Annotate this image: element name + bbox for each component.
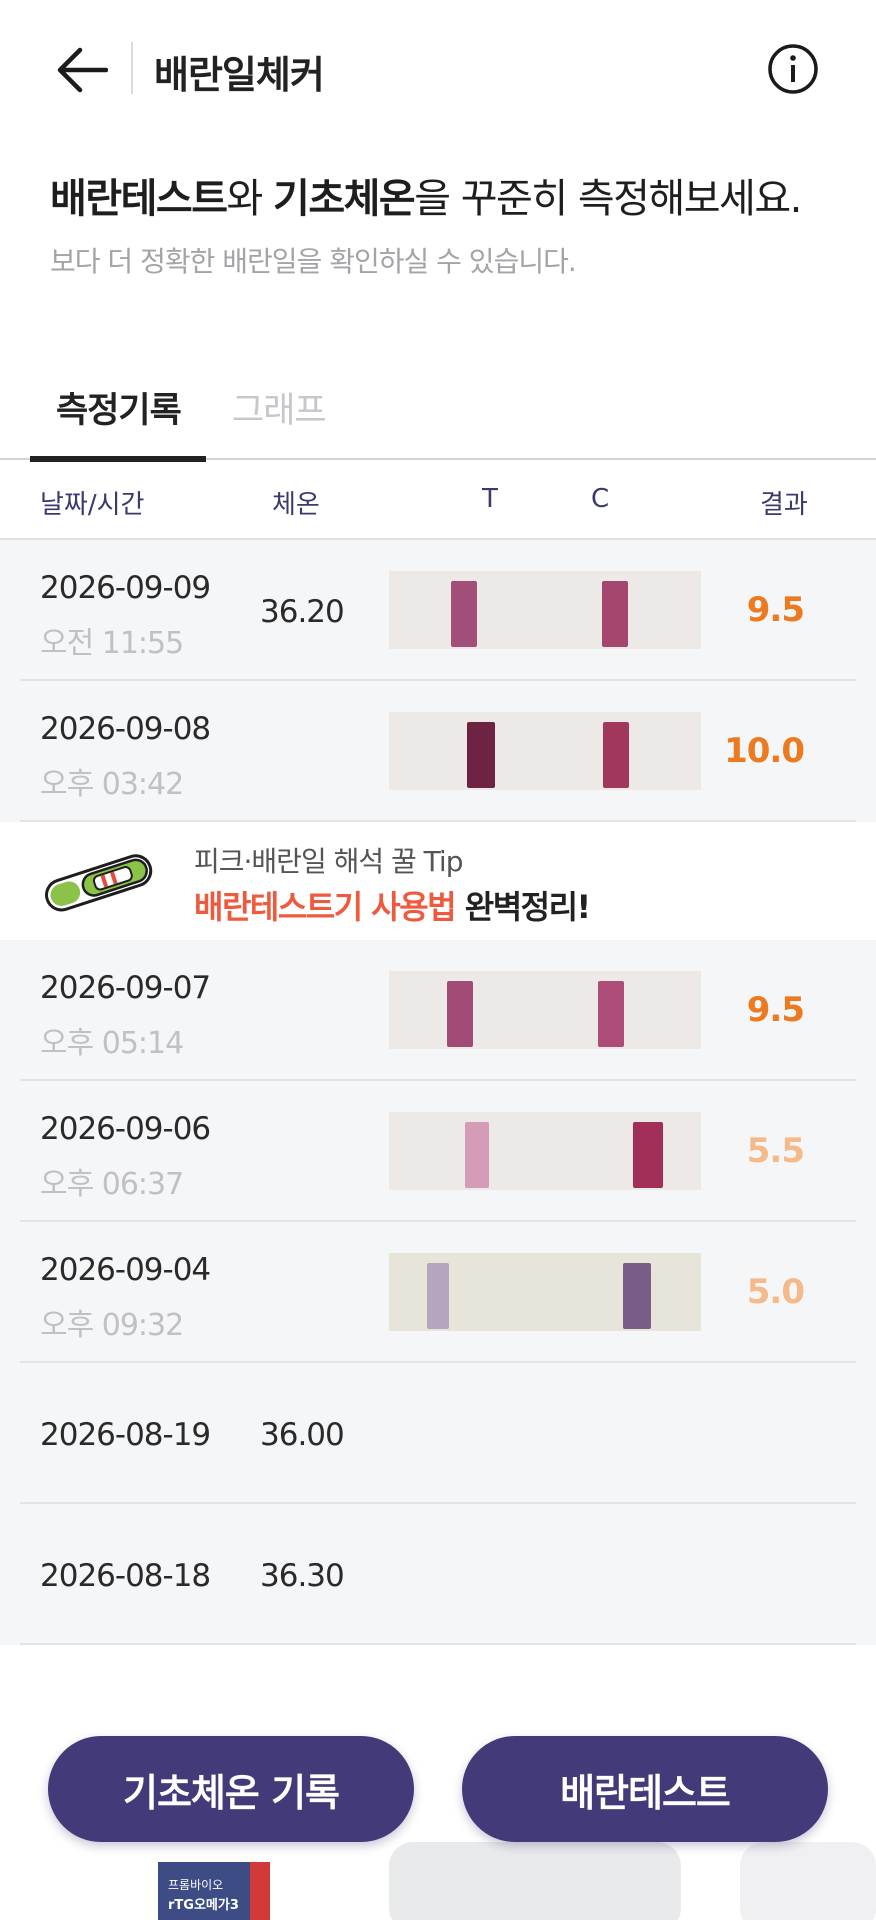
row-date: 2026-08-19	[40, 1417, 211, 1453]
column-temp: 체온	[272, 490, 320, 520]
app-header: 배란일체커	[0, 0, 876, 140]
test-strip-image	[389, 712, 701, 790]
table-row[interactable]: 2026-09-06 오후 06:37 5.5	[0, 1081, 876, 1222]
row-date: 2026-09-07	[40, 970, 211, 1006]
back-button[interactable]	[52, 42, 112, 98]
table-row[interactable]: 2026-09-08 오후 03:42 10.0	[0, 681, 876, 822]
row-date: 2026-08-18	[40, 1558, 211, 1594]
control-line-band	[623, 1263, 651, 1329]
test-line-band	[465, 1122, 489, 1188]
row-date: 2026-09-06	[40, 1111, 211, 1147]
tab-measurement-record[interactable]: 측정기록	[56, 382, 182, 433]
row-time: 오전 11:55	[40, 626, 184, 661]
row-result: 9.5	[746, 990, 805, 1030]
header-divider	[131, 42, 133, 94]
column-datetime: 날짜/시간	[40, 490, 145, 520]
intro-title: 배란테스트와 기초체온을 꾸준히 측정해보세요.	[50, 176, 802, 222]
row-time: 오후 03:42	[40, 767, 184, 802]
tip-headline: 배란테스트기 사용법 완벽정리!	[194, 888, 591, 926]
row-date: 2026-09-09	[40, 570, 211, 606]
record-temperature-button[interactable]: 기초체온 기록	[48, 1736, 414, 1842]
info-button[interactable]	[766, 42, 820, 96]
test-line-band	[447, 981, 473, 1047]
row-temp: 36.20	[260, 594, 345, 630]
ovulation-test-button[interactable]: 배란테스트	[462, 1736, 828, 1842]
test-strip-image	[389, 971, 701, 1049]
column-result: 결과	[760, 490, 808, 520]
table-row[interactable]: 2026-09-09 오전 11:55 36.20 9.5	[0, 540, 876, 681]
control-line-band	[602, 581, 628, 647]
test-strip-image	[389, 1253, 701, 1331]
tab-bar: 측정기록 그래프	[0, 372, 876, 462]
row-result: 9.5	[746, 590, 805, 630]
product-carousel: 프롬바이오 rTG오메가3	[0, 1838, 876, 1920]
row-time: 오후 06:37	[40, 1167, 184, 1202]
product-card[interactable]	[389, 1842, 681, 1920]
test-strip-image	[389, 571, 701, 649]
arrow-left-icon	[57, 47, 108, 93]
row-result: 5.0	[746, 1272, 805, 1312]
record-list: 2026-09-09 오전 11:55 36.20 9.5 2026-09-08…	[0, 540, 876, 1645]
row-temp: 36.30	[260, 1558, 345, 1594]
ovulation-test-stick-icon	[45, 854, 153, 912]
table-row[interactable]: 2026-08-19 36.00	[0, 1363, 876, 1504]
row-time: 오후 05:14	[40, 1026, 184, 1061]
tab-graph[interactable]: 그래프	[232, 382, 327, 433]
row-date: 2026-09-08	[40, 711, 211, 747]
product-name: rTG오메가3	[168, 1898, 239, 1913]
row-result: 5.5	[746, 1131, 805, 1171]
test-strip-image	[389, 1112, 701, 1190]
product-label-stripe	[250, 1862, 270, 1920]
control-line-band	[633, 1122, 663, 1188]
table-row[interactable]: 2026-09-07 오후 05:14 9.5	[0, 940, 876, 1081]
page-title: 배란일체커	[154, 53, 325, 97]
control-line-band	[603, 722, 629, 788]
column-c: C	[591, 484, 610, 514]
control-line-band	[598, 981, 624, 1047]
tip-caption: 피크·배란일 해석 꿀 Tip	[194, 845, 463, 878]
test-line-band	[467, 722, 495, 788]
column-t: T	[482, 484, 498, 514]
row-temp: 36.00	[260, 1417, 345, 1453]
tip-banner[interactable]: 피크·배란일 해석 꿀 Tip 배란테스트기 사용법 완벽정리!	[0, 822, 876, 940]
product-image: 프롬바이오 rTG오메가3	[158, 1862, 270, 1920]
product-brand: 프롬바이오	[168, 1878, 224, 1892]
row-result: 10.0	[724, 731, 805, 771]
info-circle-icon	[768, 44, 818, 94]
product-card[interactable]	[740, 1842, 876, 1920]
product-card[interactable]: 프롬바이오 rTG오메가3	[0, 1842, 360, 1920]
intro-subtitle: 보다 더 정확한 배란일을 확인하실 수 있습니다.	[50, 245, 577, 278]
table-row[interactable]: 2026-09-04 오후 09:32 5.0	[0, 1222, 876, 1363]
table-header: 날짜/시간 체온 T C 결과	[0, 462, 876, 540]
row-time: 오후 09:32	[40, 1308, 184, 1343]
row-date: 2026-09-04	[40, 1252, 211, 1288]
table-row[interactable]: 2026-08-18 36.30	[0, 1504, 876, 1645]
test-line-band	[451, 581, 477, 647]
test-line-band	[427, 1263, 449, 1329]
